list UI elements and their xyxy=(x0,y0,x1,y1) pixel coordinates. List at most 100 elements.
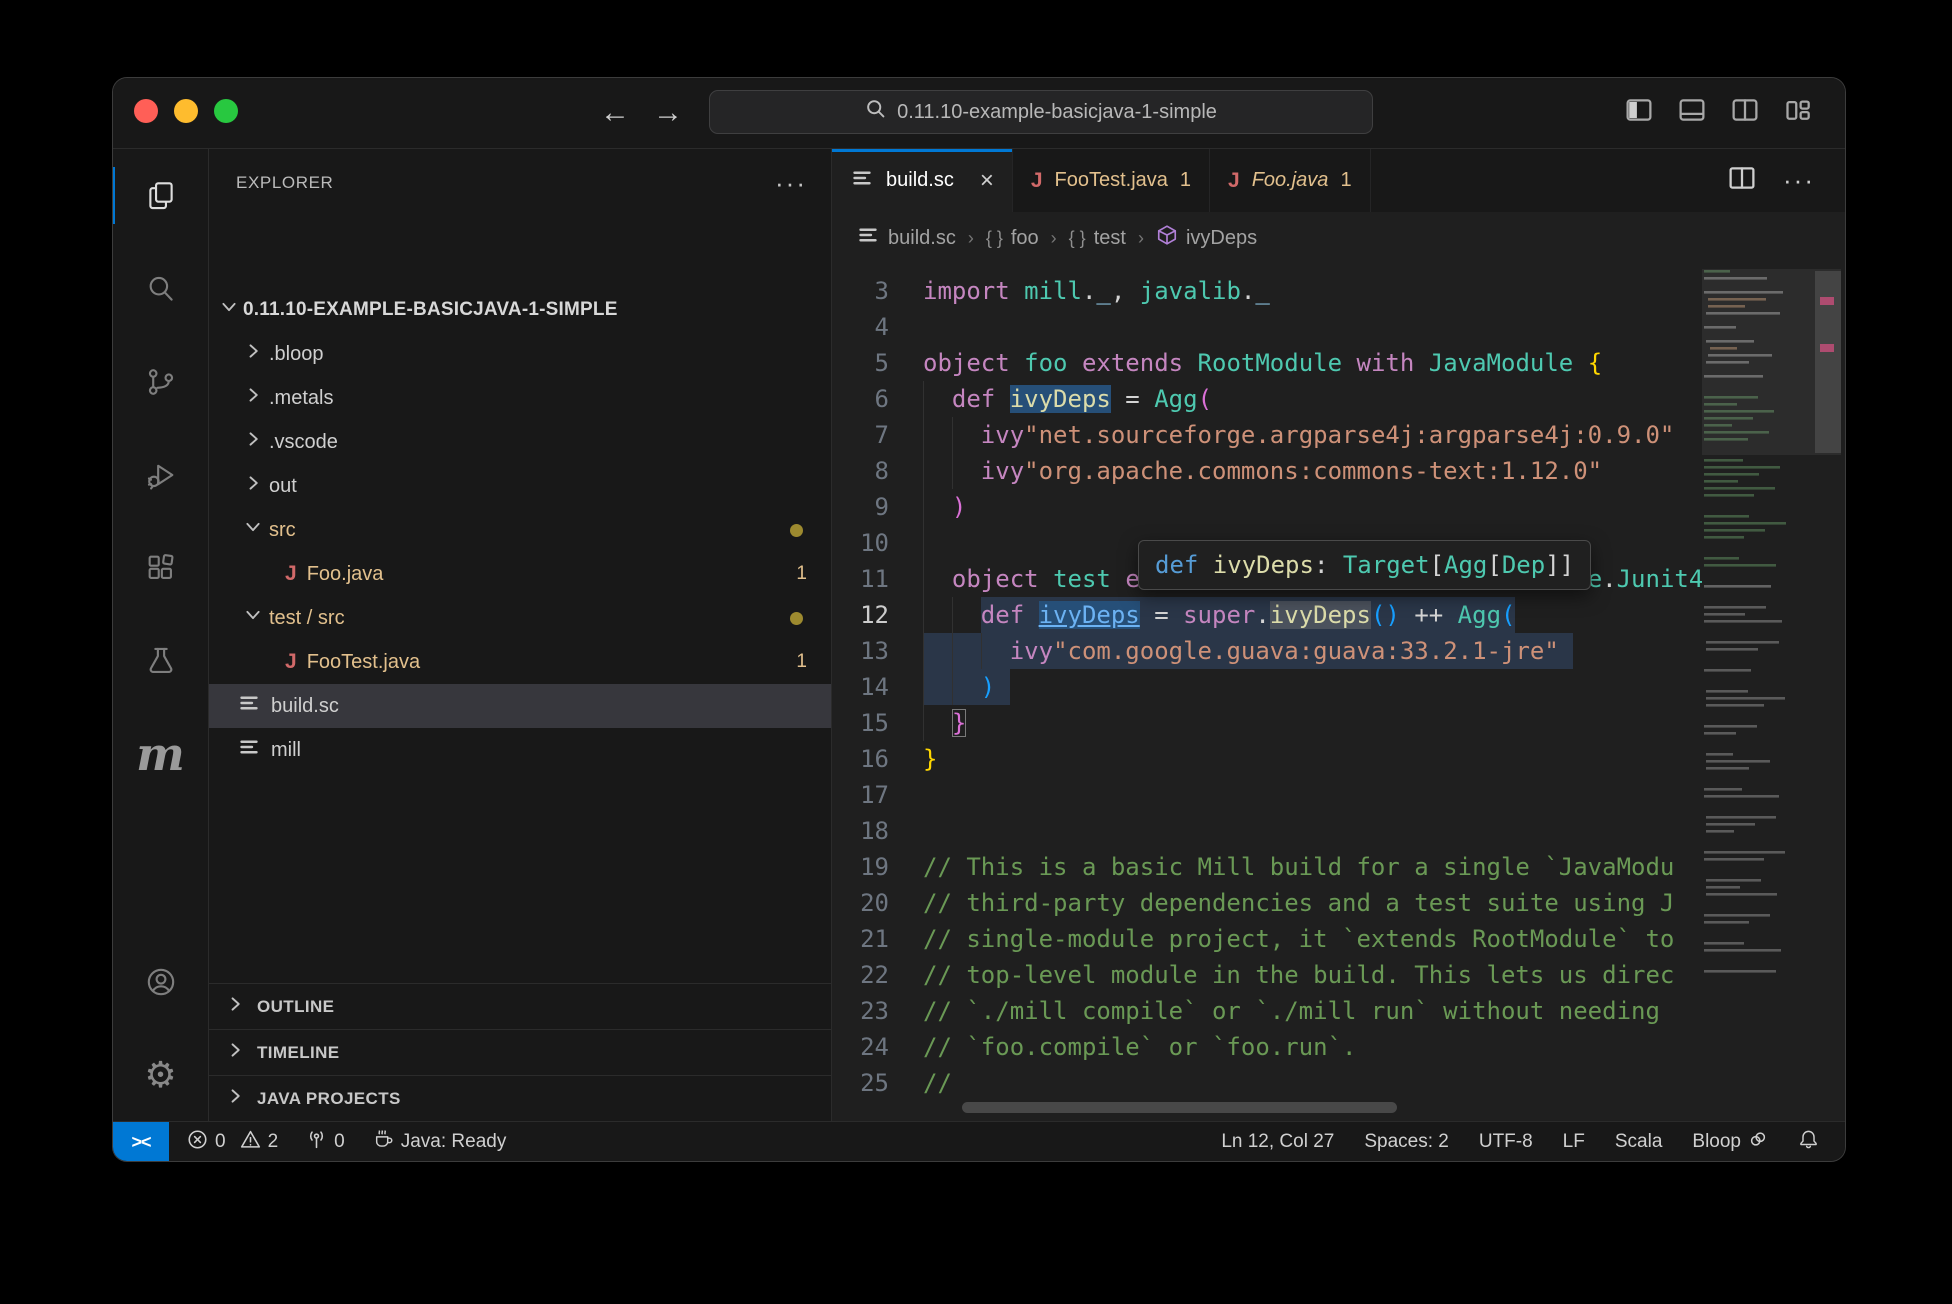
code-line-15[interactable]: 15 } xyxy=(832,705,1702,741)
code-line-14[interactable]: 14 ) xyxy=(832,669,1702,705)
line-content: object foo extends RootModule with JavaM… xyxy=(923,345,1602,381)
tree-item-out[interactable]: out xyxy=(209,464,831,508)
nav-back-icon[interactable]: ← xyxy=(600,94,630,132)
code-line-20[interactable]: 20// third-party dependencies and a test… xyxy=(832,885,1702,921)
code-line-4[interactable]: 4 xyxy=(832,309,1702,345)
tab-footest.java[interactable]: JFooTest.java1 xyxy=(1013,149,1210,212)
tree-root[interactable]: 0.11.10-EXAMPLE-BASICJAVA-1-SIMPLE xyxy=(209,288,831,332)
status-notifications[interactable] xyxy=(1798,1129,1819,1156)
toggle-secondary-sidebar-icon[interactable] xyxy=(1730,96,1760,124)
status-encoding[interactable]: UTF-8 xyxy=(1479,1131,1533,1153)
code-line-12[interactable]: 12 def ivyDeps = super.ivyDeps() ++ Agg( xyxy=(832,597,1702,633)
toggle-sidebar-icon[interactable] xyxy=(1624,96,1654,124)
tree-item-src[interactable]: src xyxy=(209,508,831,552)
breadcrumb-item-foo[interactable]: { }foo xyxy=(986,227,1039,250)
code-line-7[interactable]: 7 ivy"net.sourceforge.argparse4j:argpars… xyxy=(832,417,1702,453)
code-line-17[interactable]: 17 xyxy=(832,777,1702,813)
tab-foo.java[interactable]: JFoo.java1 xyxy=(1210,149,1371,212)
line-content: // This is a basic Mill build for a sing… xyxy=(923,849,1674,885)
tab-label: build.sc xyxy=(886,169,954,192)
activity-search-icon[interactable] xyxy=(113,242,208,335)
status-bar: >< 020Java: Ready Ln 12, Col 27Spaces: 2… xyxy=(113,1121,1845,1161)
tab-build.sc[interactable]: build.sc × xyxy=(832,149,1013,212)
tree-item-footest.java[interactable]: JFooTest.java1 xyxy=(209,640,831,684)
code-line-25[interactable]: 25// xyxy=(832,1065,1702,1101)
code-line-18[interactable]: 18 xyxy=(832,813,1702,849)
minimize-window-button[interactable] xyxy=(174,99,198,123)
toggle-panel-icon[interactable] xyxy=(1677,96,1707,124)
status-language-mode[interactable]: Scala xyxy=(1615,1131,1663,1153)
breadcrumb-item-test[interactable]: { }test xyxy=(1069,227,1126,250)
line-content: import mill._, javalib._ xyxy=(923,273,1270,309)
editor-more-actions-icon[interactable]: ··· xyxy=(1783,165,1815,196)
line-content: // third-party dependencies and a test s… xyxy=(923,885,1674,921)
java-file-icon: J xyxy=(1031,169,1043,193)
split-editor-icon[interactable] xyxy=(1727,164,1757,197)
status-text: 0 xyxy=(334,1131,345,1153)
line-number: 2 xyxy=(832,264,889,273)
breadcrumb-item-ivydeps[interactable]: ivyDeps xyxy=(1156,224,1257,252)
status-ports[interactable]: 0 xyxy=(306,1129,345,1156)
status-eol[interactable]: LF xyxy=(1563,1131,1585,1153)
activity-explorer-icon[interactable] xyxy=(113,149,208,242)
code-line-13[interactable]: 13 ivy"com.google.guava:guava:33.2.1-jre… xyxy=(832,633,1702,669)
section-timeline[interactable]: TIMELINE xyxy=(209,1029,831,1075)
code-line-24[interactable]: 24// `foo.compile` or `foo.run`. xyxy=(832,1029,1702,1065)
code-line-22[interactable]: 22// top-level module in the build. This… xyxy=(832,957,1702,993)
code-editor[interactable]: 23import mill._, javalib._45object foo e… xyxy=(832,264,1845,1121)
explorer-more-actions-icon[interactable]: ··· xyxy=(775,178,807,188)
code-line-16[interactable]: 16} xyxy=(832,741,1702,777)
breadcrumb-label: build.sc xyxy=(888,227,956,250)
remote-indicator[interactable]: >< xyxy=(113,1122,169,1162)
close-window-button[interactable] xyxy=(134,99,158,123)
code-line-19[interactable]: 19// This is a basic Mill build for a si… xyxy=(832,849,1702,885)
tree-item-test-src[interactable]: test / src xyxy=(209,596,831,640)
code-line-8[interactable]: 8 ivy"org.apache.commons:commons-text:1.… xyxy=(832,453,1702,489)
tree-item-.vscode[interactable]: .vscode xyxy=(209,420,831,464)
tree-item-.metals[interactable]: .metals xyxy=(209,376,831,420)
activity-source-control-icon[interactable] xyxy=(113,335,208,428)
activity-settings-icon[interactable]: ⚙ xyxy=(113,1028,208,1121)
activity-extensions-icon[interactable] xyxy=(113,521,208,614)
status-problems-warnings[interactable]: 2 xyxy=(240,1129,279,1156)
chevron-right-icon xyxy=(243,341,263,367)
tree-item-build.sc[interactable]: build.sc xyxy=(209,684,831,728)
file-label: mill xyxy=(271,739,301,762)
activity-run-debug-icon[interactable] xyxy=(113,428,208,521)
code-line-21[interactable]: 21// single-module project, it `extends … xyxy=(832,921,1702,957)
maximize-window-button[interactable] xyxy=(214,99,238,123)
section-outline[interactable]: OUTLINE xyxy=(209,983,831,1029)
status-java-status[interactable]: Java: Ready xyxy=(373,1129,507,1156)
nav-forward-icon[interactable]: → xyxy=(653,94,683,132)
command-center-search[interactable]: 0.11.10-example-basicjava-1-simple xyxy=(709,90,1373,134)
code-line-9[interactable]: 9 ) xyxy=(832,489,1702,525)
chevron-right-icon xyxy=(225,1086,245,1111)
close-tab-icon[interactable]: × xyxy=(980,167,994,195)
code-line-23[interactable]: 23// `./mill compile` or `./mill run` wi… xyxy=(832,993,1702,1029)
status-problems[interactable]: 02 xyxy=(187,1129,278,1156)
overview-ruler-marker xyxy=(1820,297,1834,305)
code-line-3[interactable]: 3import mill._, javalib._ xyxy=(832,273,1702,309)
section-label: OUTLINE xyxy=(257,997,334,1017)
section-java-projects[interactable]: JAVA PROJECTS xyxy=(209,1075,831,1121)
code-line-2[interactable]: 2 xyxy=(832,264,1702,273)
breadcrumb-item-build.sc[interactable]: build.sc xyxy=(856,223,956,253)
problems-badge: 1 xyxy=(796,651,807,673)
activity-testing-icon[interactable] xyxy=(113,614,208,707)
customize-layout-icon[interactable] xyxy=(1783,96,1813,124)
line-number: 10 xyxy=(832,525,889,561)
code-line-5[interactable]: 5object foo extends RootModule with Java… xyxy=(832,345,1702,381)
activity-mill-icon[interactable]: m xyxy=(113,707,208,800)
status-text: Bloop xyxy=(1692,1131,1741,1153)
tree-item-foo.java[interactable]: JFoo.java1 xyxy=(209,552,831,596)
horizontal-scrollbar[interactable] xyxy=(962,1102,1397,1113)
status-problems-errors[interactable]: 0 xyxy=(187,1129,226,1156)
status-bloop[interactable]: Bloop xyxy=(1692,1129,1768,1155)
tree-item-mill[interactable]: mill xyxy=(209,728,831,772)
tree-item-.bloop[interactable]: .bloop xyxy=(209,332,831,376)
status-indentation[interactable]: Spaces: 2 xyxy=(1364,1131,1449,1153)
activity-accounts-icon[interactable] xyxy=(113,935,208,1028)
code-line-6[interactable]: 6 def ivyDeps = Agg( xyxy=(832,381,1702,417)
status-cursor-position[interactable]: Ln 12, Col 27 xyxy=(1221,1131,1334,1153)
symbol-method-icon xyxy=(1156,224,1178,252)
